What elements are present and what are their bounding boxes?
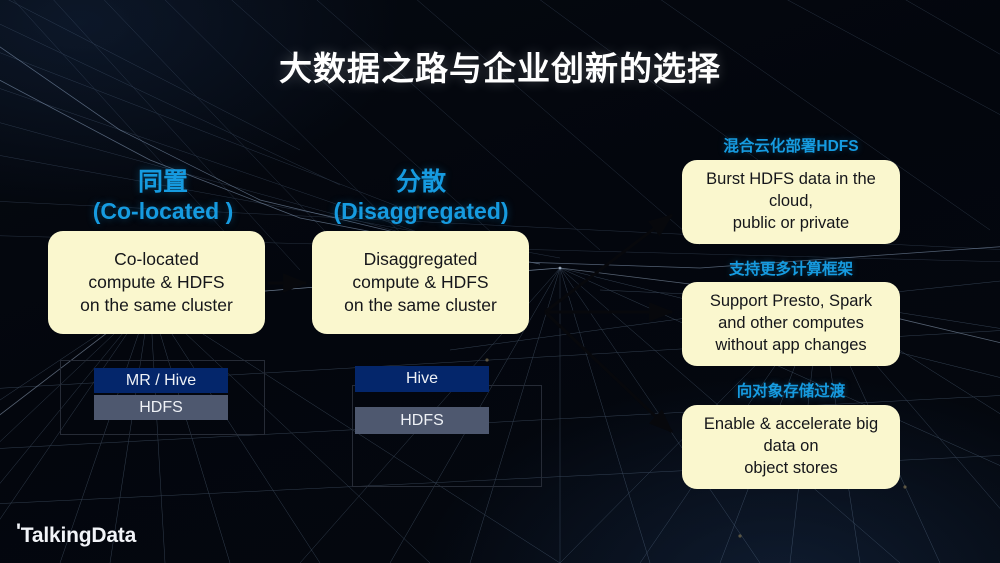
- column-heading-en: (Co-located ): [92, 197, 234, 224]
- slide-canvas: 大数据之路与企业创新的选择 同置 (Co-located ) Co-locate…: [0, 0, 1000, 563]
- column-heading-disaggregated: 分散 (Disaggregated): [298, 168, 544, 225]
- logo-text: TalkingData: [20, 524, 137, 547]
- outcome-box-hybrid-cloud: Burst HDFS data in the cloud, public or …: [682, 160, 900, 244]
- outcome-box-text: Enable & accelerate big data on object s…: [703, 415, 879, 477]
- stack-bar-label: HDFS: [400, 411, 444, 429]
- page-title: 大数据之路与企业创新的选择: [279, 50, 721, 87]
- concept-box-disaggregated: Disaggregated compute & HDFS on the same…: [312, 231, 529, 334]
- column-heading-cn: 分散: [395, 168, 446, 196]
- arrow-to-outcome-3: [543, 310, 674, 434]
- concept-box-text: Disaggregated compute & HDFS on the same…: [344, 248, 497, 316]
- concept-box-co-located: Co-located compute & HDFS on the same cl…: [48, 231, 265, 334]
- stack-bar-label: Hive: [405, 370, 438, 387]
- outcome-heading-object-storage: 向对象存储过渡: [736, 383, 846, 400]
- outcome-box-text: Support Presto, Spark and other computes…: [709, 292, 873, 354]
- column-heading-en: (Disaggregated): [333, 197, 509, 224]
- column-heading-cn: 同置: [137, 168, 188, 196]
- concept-box-text: Co-located compute & HDFS on the same cl…: [80, 248, 233, 316]
- arrow-to-outcome-1: [544, 213, 673, 314]
- stack-container-disaggregated: [352, 385, 542, 487]
- stack-bar-label: MR / Hive: [125, 371, 197, 389]
- talkingdata-logo: 'TalkingData: [16, 521, 137, 548]
- outcome-heading-hybrid-cloud: 混合云化部署HDFS: [723, 138, 859, 155]
- stack-bar-hive: Hive: [355, 366, 489, 392]
- stack-bar-label: HDFS: [139, 398, 183, 416]
- outcome-heading-more-frameworks: 支持更多计算框架: [728, 261, 853, 278]
- column-heading-co-located: 同置 (Co-located ): [40, 168, 286, 225]
- outcome-box-object-storage: Enable & accelerate big data on object s…: [682, 405, 900, 489]
- stack-bar-hdfs-disaggregated: HDFS: [355, 407, 489, 434]
- outcome-box-text: Burst HDFS data in the cloud, public or …: [706, 170, 876, 232]
- outcome-box-more-frameworks: Support Presto, Spark and other computes…: [682, 282, 900, 366]
- stack-bar-mr-hive: MR / Hive: [94, 368, 228, 393]
- stack-bar-hdfs-co-located: HDFS: [94, 395, 228, 420]
